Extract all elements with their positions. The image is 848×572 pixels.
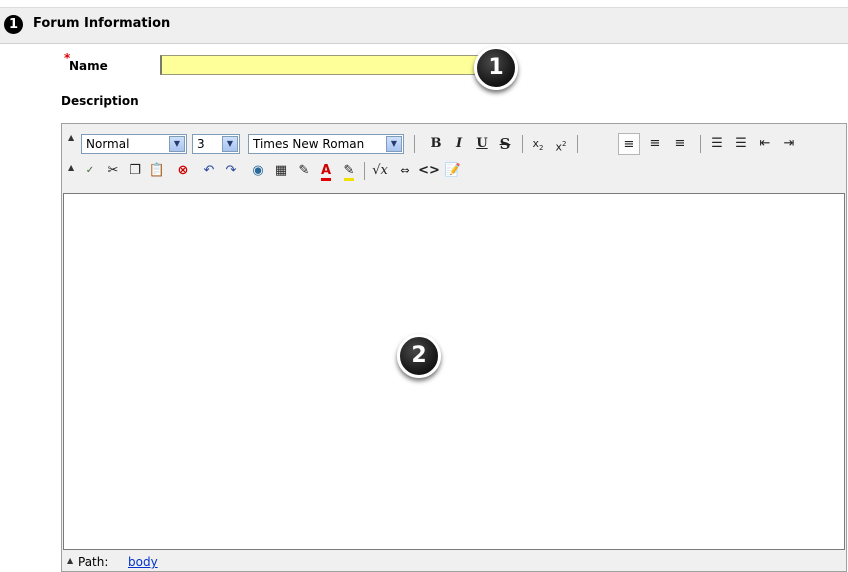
toolbar-row-1: ▲ Normal ▼ 3 ▼ Times New Roman ▼ B I U S… — [62, 132, 846, 156]
remove-format-icon[interactable]: ⊗ — [172, 160, 194, 182]
superscript-icon[interactable]: x2 — [550, 133, 572, 155]
step-number-badge: 1 — [4, 15, 23, 34]
embed-icon[interactable]: ⇔ — [394, 160, 416, 182]
editor-content-area[interactable] — [63, 193, 845, 550]
link-icon[interactable]: ◉ — [247, 160, 269, 182]
undo-icon[interactable]: ↶ — [198, 160, 220, 182]
section-title: Forum Information — [33, 16, 171, 31]
editor-status-bar: ▲ Path: body — [62, 553, 846, 571]
copy-icon[interactable]: ❐ — [124, 160, 146, 182]
editor-toolbar: ▲ Normal ▼ 3 ▼ Times New Roman ▼ B I U S… — [62, 124, 846, 192]
toolbar-separator — [364, 162, 365, 180]
paragraph-style-value: Normal — [86, 137, 130, 151]
font-family-value: Times New Roman — [253, 137, 365, 151]
underline-icon[interactable]: U — [471, 133, 493, 155]
collapse-statusbar-icon[interactable]: ▲ — [67, 557, 73, 565]
collapse-toolbar-icon[interactable]: ▲ — [68, 134, 74, 142]
redo-icon[interactable]: ↷ — [220, 160, 242, 182]
callout-1: 1 — [474, 46, 518, 90]
chevron-down-icon: ▼ — [169, 136, 185, 152]
chevron-down-icon: ▼ — [222, 136, 238, 152]
font-size-select[interactable]: 3 ▼ — [192, 134, 240, 154]
align-left-icon[interactable]: ≡ — [618, 133, 640, 155]
pencil-icon[interactable]: ✎ — [293, 160, 315, 182]
equation-icon[interactable]: √x — [369, 160, 391, 182]
font-size-value: 3 — [197, 137, 205, 151]
name-label: Name — [69, 59, 108, 73]
align-center-icon[interactable]: ≡ — [644, 133, 666, 155]
font-color-icon[interactable]: A — [315, 160, 337, 182]
align-right-icon[interactable]: ≡ — [669, 133, 691, 155]
toolbar-separator — [577, 135, 578, 153]
collapse-toolbar-icon[interactable]: ▲ — [68, 164, 74, 172]
cut-icon[interactable]: ✂ — [102, 160, 124, 182]
html-source-icon[interactable]: <> — [418, 160, 440, 182]
name-input[interactable] — [160, 55, 492, 75]
toolbar-separator — [700, 135, 701, 153]
ordered-list-icon[interactable]: ☰ — [706, 133, 728, 155]
rich-text-editor: ▲ Normal ▼ 3 ▼ Times New Roman ▼ B I U S… — [61, 123, 847, 572]
description-label: Description — [61, 94, 139, 108]
path-label: Path: — [78, 555, 109, 569]
strikethrough-icon[interactable]: S — [494, 133, 516, 155]
font-family-select[interactable]: Times New Roman ▼ — [248, 134, 404, 154]
toolbar-separator — [414, 135, 415, 153]
subscript-icon[interactable]: x2 — [527, 133, 549, 155]
highlight-icon[interactable]: ✎ — [338, 160, 360, 182]
preview-icon[interactable]: 📝 — [442, 160, 464, 182]
toolbar-row-2: ▲ ✓ ✂ ❐ 📋 ⊗ ↶ ↷ ◉ ▦ ✎ A ✎ √x ⇔ <> 📝 — [62, 160, 846, 184]
path-body-link[interactable]: body — [128, 553, 158, 571]
chevron-down-icon: ▼ — [386, 136, 402, 152]
table-icon[interactable]: ▦ — [270, 160, 292, 182]
italic-icon[interactable]: I — [448, 133, 470, 155]
callout-2: 2 — [397, 334, 441, 378]
outdent-icon[interactable]: ⇤ — [754, 133, 776, 155]
toolbar-separator — [522, 135, 523, 153]
unordered-list-icon[interactable]: ☰ — [730, 133, 752, 155]
indent-icon[interactable]: ⇥ — [778, 133, 800, 155]
paste-icon[interactable]: 📋 — [146, 160, 168, 182]
paragraph-style-select[interactable]: Normal ▼ — [81, 134, 187, 154]
bold-icon[interactable]: B — [425, 133, 447, 155]
spellcheck-icon[interactable]: ✓ — [79, 160, 101, 182]
